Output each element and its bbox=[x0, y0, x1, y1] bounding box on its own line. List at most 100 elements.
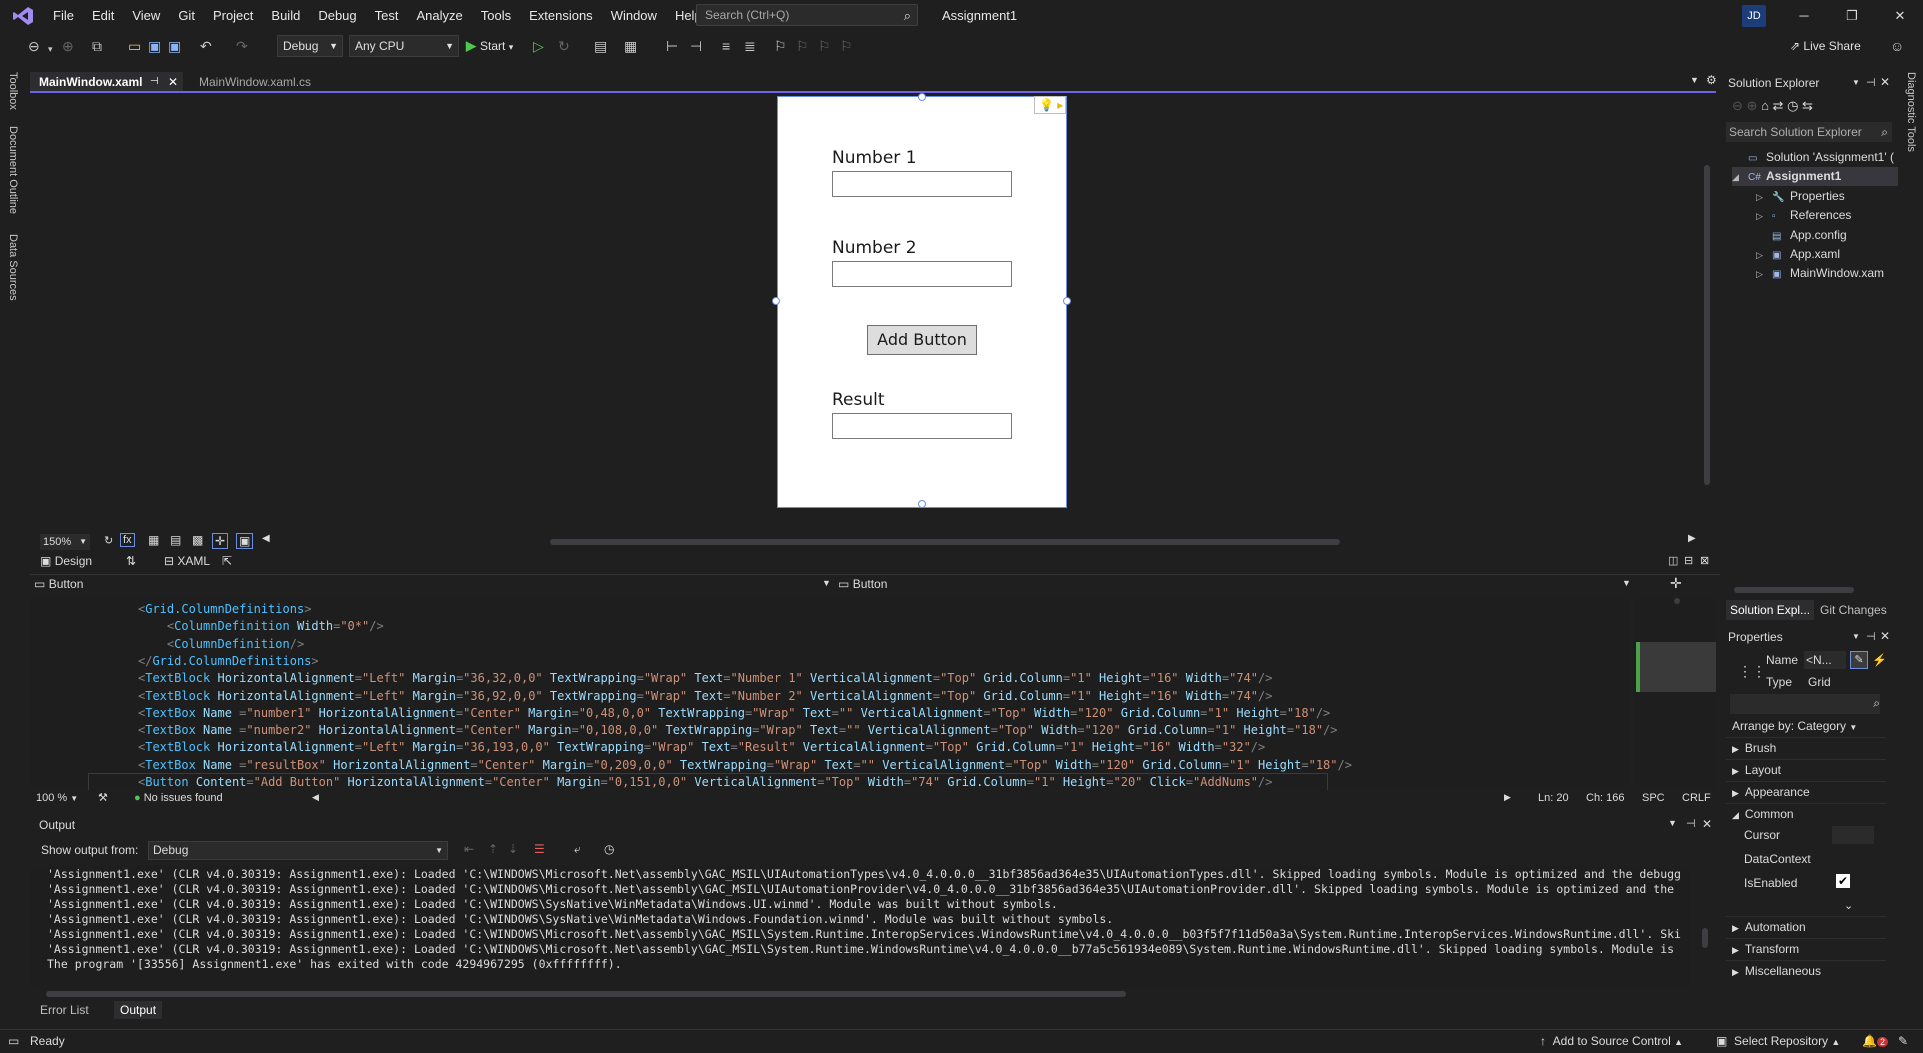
code-line[interactable]: <Grid.ColumnDefinitions> bbox=[138, 601, 311, 618]
expand-icon[interactable]: ▷ bbox=[1756, 246, 1772, 265]
clear-all-icon[interactable]: ☰ bbox=[534, 842, 545, 856]
maximize-icon[interactable]: ❐ bbox=[1828, 0, 1876, 32]
back-dropdown-icon[interactable]: ▾ bbox=[48, 41, 53, 57]
new-project-icon[interactable]: ⧉ bbox=[92, 38, 102, 54]
menu-view[interactable]: View bbox=[123, 0, 169, 32]
editor-zoom-select[interactable]: 100 % ▼ bbox=[36, 792, 78, 804]
sync-icon[interactable]: ⇆ bbox=[1802, 98, 1813, 113]
save-icon[interactable]: ▣ bbox=[148, 38, 161, 54]
category-brush[interactable]: ▶ Brush bbox=[1726, 737, 1886, 757]
menu-tools[interactable]: Tools bbox=[472, 0, 520, 32]
start-debugging-button[interactable]: ▶ Start ▾ bbox=[466, 36, 513, 57]
number2-textbox[interactable] bbox=[832, 261, 1012, 287]
snap-lines-icon[interactable]: ✛ bbox=[212, 533, 229, 549]
close-pane-icon[interactable]: ✕ bbox=[1880, 629, 1890, 643]
split-horizontal-icon[interactable]: ⊟ bbox=[1684, 554, 1693, 567]
pin-icon[interactable]: ⊣ bbox=[150, 72, 159, 92]
resize-handle-bottom[interactable] bbox=[918, 500, 926, 508]
previous-bookmark-icon[interactable]: ⚐ bbox=[796, 38, 809, 54]
more-properties-chevron-icon[interactable]: ⌄ bbox=[1844, 899, 1853, 912]
next-bookmark-icon[interactable]: ⚐ bbox=[818, 38, 831, 54]
minimap-viewport[interactable] bbox=[1636, 642, 1716, 692]
result-textbox[interactable] bbox=[832, 413, 1012, 439]
output-horizontal-scrollbar[interactable] bbox=[46, 991, 1126, 997]
hot-reload-icon[interactable]: ↻ bbox=[558, 38, 570, 54]
tree-horizontal-scrollbar[interactable] bbox=[1734, 587, 1854, 593]
home-icon[interactable]: ⌂ bbox=[1761, 98, 1769, 113]
switch-views-icon[interactable]: ⇄ bbox=[1773, 98, 1784, 113]
arrange-by-select[interactable]: Arrange by: Category ▼ bbox=[1732, 719, 1857, 733]
feedback-icon[interactable]: ✎ bbox=[1898, 1034, 1908, 1048]
code-line[interactable]: <TextBlock HorizontalAlignment="Left" Ma… bbox=[138, 670, 1272, 687]
tree-item[interactable]: ◢ C# Assignment1 bbox=[1732, 167, 1908, 187]
events-view-icon[interactable]: ⚡ bbox=[1872, 653, 1887, 667]
pending-changes-icon[interactable]: ◷ bbox=[1787, 98, 1798, 113]
tree-item[interactable]: ▷ ▣ MainWindow.xam bbox=[1756, 264, 1884, 283]
swap-panes-icon[interactable]: ⇅ bbox=[126, 554, 136, 568]
editor-minimap[interactable] bbox=[1634, 598, 1716, 790]
cursor-property-field[interactable] bbox=[1832, 826, 1874, 844]
timestamp-icon[interactable]: ◷ bbox=[604, 842, 614, 856]
name-field[interactable]: <N... bbox=[1804, 651, 1846, 669]
design-view-tab[interactable]: ▣ Design bbox=[40, 554, 92, 568]
undo-icon[interactable]: ↶ bbox=[200, 38, 212, 54]
align-icon[interactable]: ⊣ bbox=[690, 38, 702, 54]
tree-item[interactable]: ▤ App.config bbox=[1756, 226, 1847, 245]
artboard-icon[interactable]: ▩ bbox=[192, 533, 203, 547]
code-line[interactable]: <ColumnDefinition/> bbox=[138, 636, 304, 653]
resize-handle-right[interactable] bbox=[1063, 297, 1071, 305]
indent-icon[interactable]: ≡ bbox=[722, 38, 730, 54]
back-icon[interactable]: ⊖ bbox=[1732, 98, 1743, 113]
solution-explorer-tab[interactable]: Solution Expl... bbox=[1726, 600, 1815, 620]
code-vertical-scrollbar[interactable] bbox=[1674, 598, 1680, 604]
align-left-icon[interactable]: ⊢ bbox=[666, 38, 678, 54]
expand-icon[interactable]: ▷ bbox=[1756, 207, 1772, 226]
visual-studio-logo-icon[interactable] bbox=[12, 6, 34, 26]
solution-platform-select[interactable]: Any CPU ▼ bbox=[349, 35, 459, 57]
layout-icon[interactable]: ▦ bbox=[624, 38, 637, 54]
chevron-down-icon[interactable]: ▼ bbox=[822, 578, 831, 588]
category-miscellaneous[interactable]: ▶ Miscellaneous bbox=[1726, 960, 1886, 980]
diagnostic-tools-tab[interactable]: Diagnostic Tools bbox=[1905, 72, 1917, 152]
menu-project[interactable]: Project bbox=[204, 0, 262, 32]
pin-icon[interactable]: ⊣ bbox=[1866, 630, 1876, 643]
pane-options-icon[interactable]: ▼ bbox=[1852, 632, 1860, 641]
error-list-tab[interactable]: Error List bbox=[40, 1003, 89, 1017]
category-automation[interactable]: ▶ Automation bbox=[1726, 916, 1886, 936]
live-share-button[interactable]: ⇗ Live Share bbox=[1790, 39, 1861, 53]
search-box[interactable]: Search (Ctrl+Q) ⌕ bbox=[696, 4, 918, 26]
property-search-input[interactable]: ⌕ bbox=[1730, 694, 1880, 714]
xaml-code-editor[interactable]: <Grid.ColumnDefinitions> <ColumnDefiniti… bbox=[30, 594, 1630, 790]
expand-icon[interactable]: ▷ bbox=[1756, 188, 1772, 207]
minimize-icon[interactable]: ─ bbox=[1780, 0, 1828, 32]
menu-window[interactable]: Window bbox=[602, 0, 666, 32]
isenabled-checkbox[interactable]: ✔ bbox=[1836, 874, 1850, 888]
pin-icon[interactable]: ⊣ bbox=[1686, 817, 1696, 830]
close-pane-icon[interactable]: ✕ bbox=[1702, 817, 1712, 831]
output-vertical-scrollbar[interactable] bbox=[1702, 928, 1708, 948]
forward-icon[interactable]: ⊕ bbox=[1747, 98, 1758, 113]
bookmark-icon[interactable]: ⚐ bbox=[774, 38, 787, 54]
browse-icon[interactable]: ▤ bbox=[594, 38, 607, 54]
effects-icon[interactable]: fx bbox=[120, 533, 135, 547]
add-button[interactable]: Add Button bbox=[867, 325, 977, 355]
scroll-right-icon[interactable]: ▶ bbox=[1688, 533, 1696, 544]
category-appearance[interactable]: ▶ Appearance bbox=[1726, 781, 1886, 801]
open-folder-icon[interactable]: ▭ bbox=[128, 38, 141, 54]
menu-edit[interactable]: Edit bbox=[83, 0, 123, 32]
split-vertical-icon[interactable]: ◫ bbox=[1668, 554, 1678, 567]
clear-bookmarks-icon[interactable]: ⚐ bbox=[840, 38, 853, 54]
solution-search-input[interactable]: Search Solution Explorer ⌕ bbox=[1726, 122, 1892, 142]
window-preview[interactable]: Number 1 Number 2 Add Button Result bbox=[777, 96, 1067, 508]
select-repository-button[interactable]: ▣ Select Repository ▲ bbox=[1716, 1034, 1840, 1048]
menu-analyze[interactable]: Analyze bbox=[407, 0, 471, 32]
back-navigate-icon[interactable]: ⊖ bbox=[28, 38, 40, 54]
grid-snap-icon[interactable]: ▤ bbox=[170, 533, 181, 547]
grid-icon[interactable]: ▦ bbox=[148, 533, 159, 547]
category-transform[interactable]: ▶ Transform bbox=[1726, 938, 1886, 958]
code-cleanup-icon[interactable]: ⚒ bbox=[98, 791, 108, 804]
element-scope-select[interactable]: ▭ Button bbox=[34, 577, 83, 591]
collapse-pane-icon[interactable]: ⊠ bbox=[1700, 554, 1709, 567]
tree-item[interactable]: ▭ Solution 'Assignment1' ( bbox=[1732, 148, 1894, 167]
code-line[interactable]: <TextBlock HorizontalAlignment="Left" Ma… bbox=[138, 688, 1272, 705]
